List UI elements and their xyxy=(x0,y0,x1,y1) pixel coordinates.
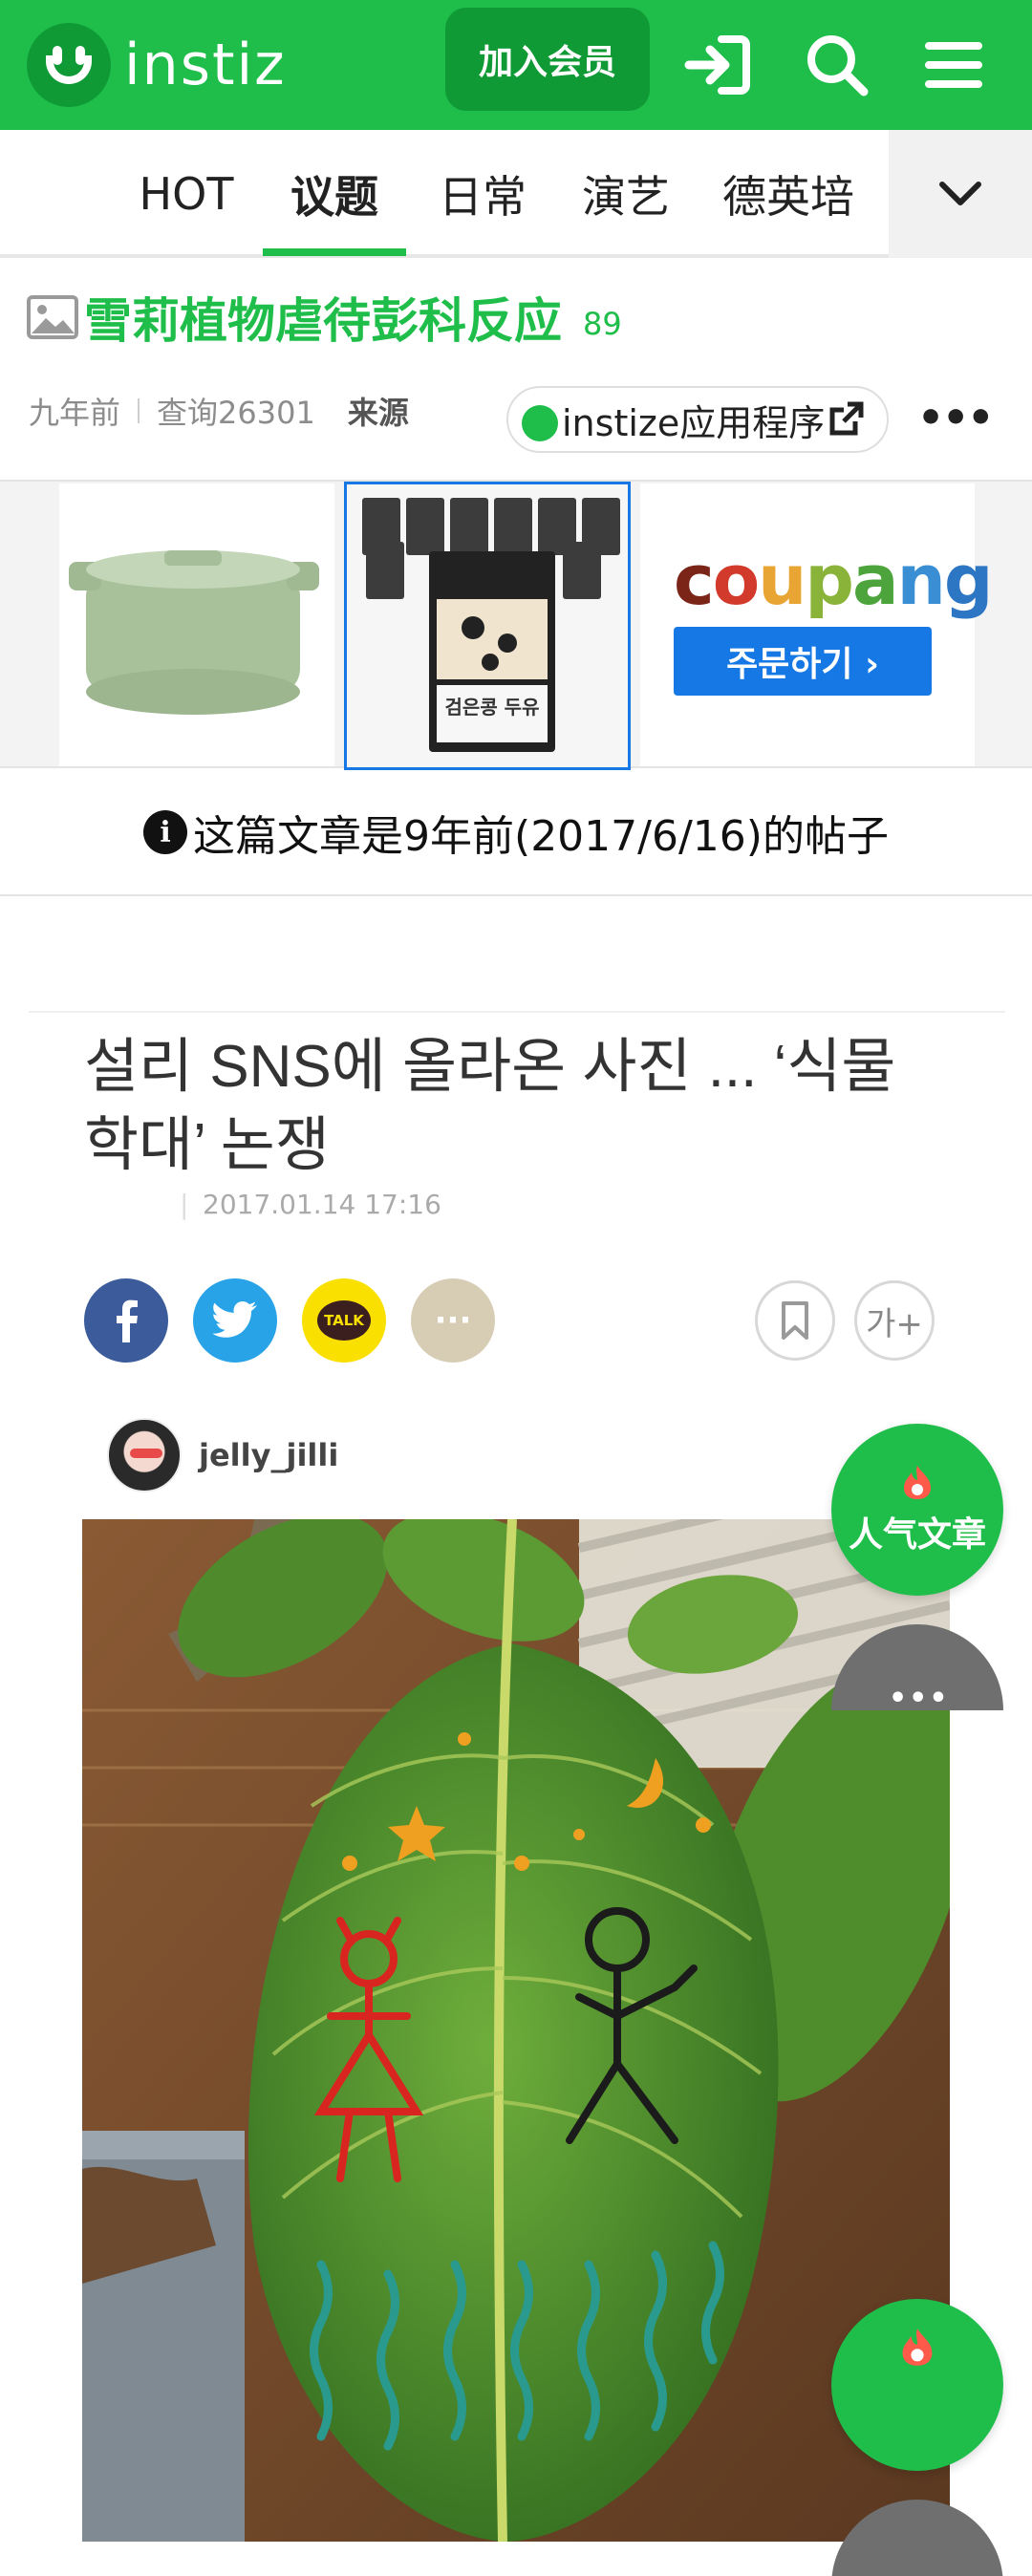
bookmark-button[interactable] xyxy=(755,1280,835,1361)
popular-posts-label: 人气文章 xyxy=(848,1515,986,1555)
smiley-logo-icon xyxy=(27,23,111,107)
ad-product-pot[interactable] xyxy=(59,483,334,766)
leaf-photo xyxy=(82,1519,950,2542)
post-time: 九年前 xyxy=(29,395,121,431)
smiley-icon xyxy=(522,405,558,441)
external-link-icon xyxy=(829,401,864,436)
login-icon[interactable] xyxy=(669,17,764,113)
avatar[interactable] xyxy=(107,1418,182,1492)
chevron-down-icon xyxy=(939,182,981,205)
ad-product-soymilk[interactable]: 검은콩 두유 xyxy=(344,482,631,770)
comment-count: 89 xyxy=(583,306,622,342)
kakaotalk-share-button[interactable]: TALK xyxy=(302,1278,386,1363)
soymilk-pack-image: 검은콩 두유 xyxy=(347,484,628,767)
more-share-icon: ··· xyxy=(434,1301,472,1340)
article-headline: 설리 SNS에 올라온 사진 ... ‘식물 학대’ 논쟁 xyxy=(84,1034,896,1178)
facebook-icon xyxy=(117,1299,138,1342)
active-tab-indicator xyxy=(263,248,406,256)
menu-icon[interactable] xyxy=(906,17,1001,113)
popular-posts-button[interactable]: 人气文章 xyxy=(831,1424,1003,1596)
article-date: 2017.01.14 17:16 xyxy=(180,1189,441,1220)
facebook-share-button[interactable] xyxy=(84,1278,168,1363)
post-title-row: 雪莉植物虐待彭科反应 89 xyxy=(27,283,622,352)
tabs-expand-button[interactable] xyxy=(889,130,1032,258)
info-icon: i xyxy=(143,810,188,854)
author-row: jelly_jilli xyxy=(107,1418,338,1492)
old-post-notice-text: 这篇文章是9年前(2017/6/16)的帖子 xyxy=(193,812,889,861)
post-meta: 九年前 查询26301 来源 xyxy=(29,382,409,440)
join-button[interactable]: 加入会员 xyxy=(445,8,650,111)
flame-icon xyxy=(904,1466,931,1499)
kakaotalk-icon: TALK xyxy=(317,1300,371,1341)
logo-text: instiz xyxy=(124,32,287,98)
svg-text:검은콩 두유: 검은콩 두유 xyxy=(445,696,540,719)
more-dots-icon: ••• xyxy=(889,1682,950,1710)
view-count: 查询26301 xyxy=(157,395,315,431)
meta-divider xyxy=(138,398,140,423)
rice-cooker-image xyxy=(69,550,319,715)
font-size-button[interactable]: 가+ xyxy=(854,1280,935,1361)
app-link-button[interactable]: instize应用程序 xyxy=(506,386,889,453)
flame-icon xyxy=(902,2329,933,2366)
site-logo[interactable]: instiz xyxy=(27,21,287,109)
tab-deyingpei[interactable]: 德英培 xyxy=(707,130,870,258)
top-app-bar: instiz 加入会员 xyxy=(0,0,1032,130)
post-title[interactable]: 雪莉植物虐待彭科反应 xyxy=(84,283,562,352)
twitter-icon xyxy=(212,1301,257,1338)
ad-coupang-panel[interactable] xyxy=(640,483,975,766)
twitter-share-button[interactable] xyxy=(193,1278,277,1363)
coupang-logo: coupang xyxy=(674,540,993,620)
search-icon[interactable] xyxy=(789,17,885,113)
painted-leaf-image xyxy=(82,1519,950,2542)
bookmark-icon xyxy=(782,1301,808,1340)
popular-posts-button-secondary[interactable] xyxy=(831,2299,1003,2471)
tab-entertainment[interactable]: 演艺 xyxy=(559,130,693,258)
app-link-label: instize应用程序 xyxy=(562,401,826,444)
author-name[interactable]: jelly_jilli xyxy=(199,1437,338,1473)
source-link[interactable]: 来源 xyxy=(348,389,409,433)
tab-daily[interactable]: 日常 xyxy=(420,130,545,258)
ad-banner[interactable]: 검은콩 두유 xyxy=(0,480,1032,770)
ad-order-button[interactable]: 주문하기 › xyxy=(674,627,932,696)
more-share-button[interactable]: ··· xyxy=(411,1278,495,1363)
old-post-notice: i 这篇文章是9年前(2017/6/16)的帖子 xyxy=(0,770,1032,896)
image-icon xyxy=(27,295,78,339)
category-tabs: HOT 议题 日常 演艺 德英培 xyxy=(0,130,1032,258)
tab-hot[interactable]: HOT xyxy=(124,130,248,258)
article-divider xyxy=(29,1011,1005,1013)
more-options-icon[interactable]: ••• xyxy=(917,394,994,442)
tab-issue[interactable]: 议题 xyxy=(263,130,406,258)
